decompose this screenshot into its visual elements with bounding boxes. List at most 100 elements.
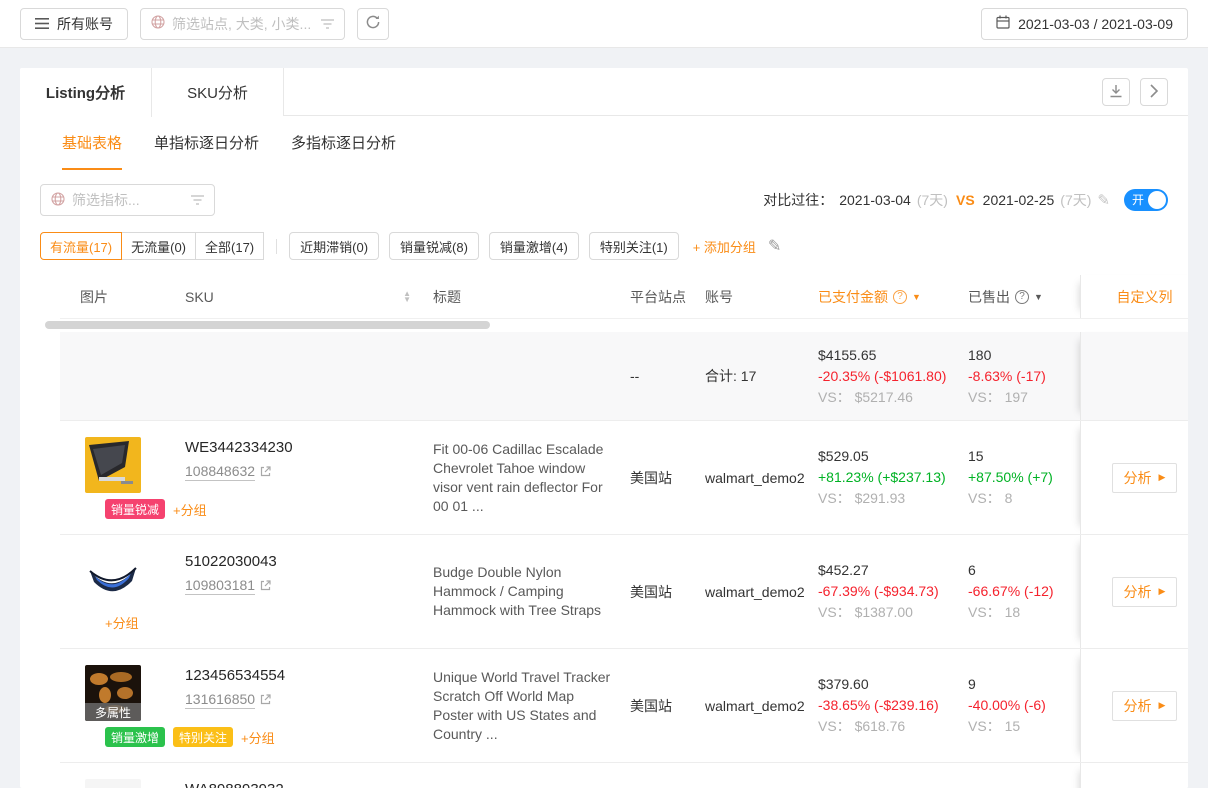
account-name: walmart_demo2	[705, 584, 818, 600]
chip-special-focus[interactable]: 特别关注(1)	[589, 232, 679, 260]
listing-id-link[interactable]: 109803181	[185, 577, 255, 595]
segment-has-traffic[interactable]: 有流量(17)	[40, 232, 122, 260]
all-accounts-label: 所有账号	[57, 14, 113, 34]
analyze-label: 分析	[1124, 468, 1152, 488]
header-sold[interactable]: 已售出 ? ▼	[968, 287, 1080, 307]
subtab-basic-table[interactable]: 基础表格	[62, 132, 122, 170]
edit-groups-icon[interactable]: ✎	[768, 236, 781, 256]
segment-all[interactable]: 全部(17)	[195, 232, 264, 260]
tab-listing-analysis[interactable]: Listing分析	[20, 68, 152, 117]
summary-site: --	[630, 368, 705, 384]
tab-sku-label: SKU分析	[187, 82, 248, 103]
tab-listing-label: Listing分析	[46, 82, 125, 103]
sku-cell: WA898893932	[185, 763, 433, 788]
compare-toggle-label: 开	[1132, 193, 1144, 207]
question-circle-icon: ?	[893, 290, 907, 304]
site-filter-input[interactable]	[172, 16, 314, 32]
tab-sku-analysis[interactable]: SKU分析	[152, 68, 284, 116]
analysis-card: Listing分析 SKU分析 基础表格 单指标逐日分析 多指标逐日分析	[20, 68, 1188, 788]
external-link-icon[interactable]	[260, 464, 271, 480]
action-cell: 分析 ▶	[1080, 421, 1188, 534]
header-paid-amount[interactable]: 已支付金额 ? ▼	[818, 287, 968, 307]
chip-sales-drop[interactable]: 销量锐减(8)	[389, 232, 479, 260]
product-image-cell	[60, 763, 185, 788]
compare-days-2: (7天)	[1060, 190, 1091, 210]
top-bar: 所有账号 2021-03-03 / 2021-03-09	[0, 0, 1208, 48]
platform-site: 美国站	[630, 468, 705, 488]
multi-attribute-overlay: 多属性	[85, 703, 141, 721]
badge-special-focus: 特别关注	[173, 727, 233, 747]
divider	[276, 239, 277, 254]
segment-no-traffic[interactable]: 无流量(0)	[121, 232, 196, 260]
header-title: 标题	[433, 287, 630, 307]
sku-code: 123456534554	[185, 667, 285, 684]
sku-code: WA898893932	[185, 781, 284, 788]
metric-filter-input[interactable]	[72, 192, 184, 208]
caret-down-icon[interactable]: ▼	[912, 292, 921, 302]
date-range-button[interactable]: 2021-03-03 / 2021-03-09	[981, 8, 1188, 40]
subtab-multi-metric-daily[interactable]: 多指标逐日分析	[291, 132, 396, 170]
collapse-panel-button[interactable]	[1140, 78, 1168, 106]
product-image-world-map: 多属性	[85, 665, 141, 721]
header-sku: SKU ▲▼	[185, 289, 433, 305]
horizontal-scrollbar[interactable]	[45, 321, 490, 329]
listing-title: Unique World Travel Tracker Scratch Off …	[433, 668, 630, 744]
table-row: 51022030043 109803181 Budge Double Nylon…	[60, 534, 1188, 648]
paid-metric: $452.27 -67.39% (-$934.73) VS： $1387.00	[818, 560, 968, 623]
compare-vs-label: VS	[956, 192, 975, 208]
download-button[interactable]	[1102, 78, 1130, 106]
analyze-button[interactable]: 分析 ▶	[1112, 463, 1178, 493]
row-add-group-button[interactable]: +分组	[105, 613, 139, 632]
external-link-icon[interactable]	[260, 578, 271, 594]
analyze-label: 分析	[1124, 582, 1152, 602]
summary-sold-metric: 180 -8.63% (-17) VS： 197	[968, 345, 1080, 408]
date-range-label: 2021-03-03 / 2021-03-09	[1018, 16, 1173, 32]
play-icon: ▶	[1159, 472, 1166, 483]
chip-slow-moving[interactable]: 近期滞销(0)	[289, 232, 379, 260]
sold-metric: 6 -66.67% (-12) VS： 18	[968, 560, 1080, 623]
tab-strip: Listing分析 SKU分析	[20, 68, 1188, 116]
platform-site: 美国站	[630, 582, 705, 602]
analyze-button[interactable]: 分析 ▶	[1112, 691, 1178, 721]
external-link-icon[interactable]	[260, 692, 271, 708]
header-site: 平台站点	[630, 287, 705, 307]
metric-filter-input-box[interactable]	[40, 184, 215, 216]
action-cell: 分析 ▶	[1080, 535, 1188, 648]
product-image-hammock	[85, 551, 141, 607]
analyze-label: 分析	[1124, 696, 1152, 716]
add-group-button[interactable]: + 添加分组	[693, 237, 756, 256]
platform-site: 美国站	[630, 696, 705, 716]
summary-account-total: 合计: 17	[705, 366, 818, 386]
listing-title: Fit 00-06 Cadillac Escalade Chevrolet Ta…	[433, 440, 630, 516]
sku-code: WE3442334230	[185, 439, 293, 456]
play-icon: ▶	[1159, 700, 1166, 711]
compare-label: 对比过往：	[763, 190, 833, 210]
action-cell: 分析 ▶	[1080, 649, 1188, 762]
edit-compare-icon[interactable]: ✎	[1097, 191, 1110, 209]
refresh-icon	[365, 14, 381, 33]
subtab-single-metric-daily[interactable]: 单指标逐日分析	[154, 132, 259, 170]
sub-tab-bar: 基础表格 单指标逐日分析 多指标逐日分析	[20, 116, 1188, 170]
caret-down-icon[interactable]: ▼	[1034, 292, 1043, 302]
site-filter-input-box[interactable]	[140, 8, 345, 40]
download-icon	[1109, 84, 1123, 101]
globe-icon	[51, 192, 65, 209]
refresh-button[interactable]	[357, 8, 389, 40]
listing-id-link[interactable]: 131616850	[185, 691, 255, 709]
chip-sales-surge[interactable]: 销量激增(4)	[489, 232, 579, 260]
row-add-group-button[interactable]: +分组	[173, 500, 207, 519]
sku-sort-icon[interactable]: ▲▼	[403, 291, 411, 303]
row-add-group-button[interactable]: +分组	[241, 728, 275, 747]
badge-sales-surge: 销量激增	[105, 727, 165, 747]
account-name: walmart_demo2	[705, 470, 818, 486]
compare-days-1: (7天)	[917, 190, 948, 210]
globe-icon	[151, 15, 165, 32]
header-custom-label: 自定义列	[1117, 287, 1173, 307]
question-circle-icon: ?	[1015, 290, 1029, 304]
all-accounts-button[interactable]: 所有账号	[20, 8, 128, 40]
listing-id-link[interactable]: 108848632	[185, 463, 255, 481]
analyze-button[interactable]: 分析 ▶	[1112, 577, 1178, 607]
product-image-placeholder	[85, 779, 141, 788]
compare-toggle[interactable]: 开	[1124, 189, 1168, 211]
header-custom-columns[interactable]: 自定义列	[1080, 275, 1188, 318]
